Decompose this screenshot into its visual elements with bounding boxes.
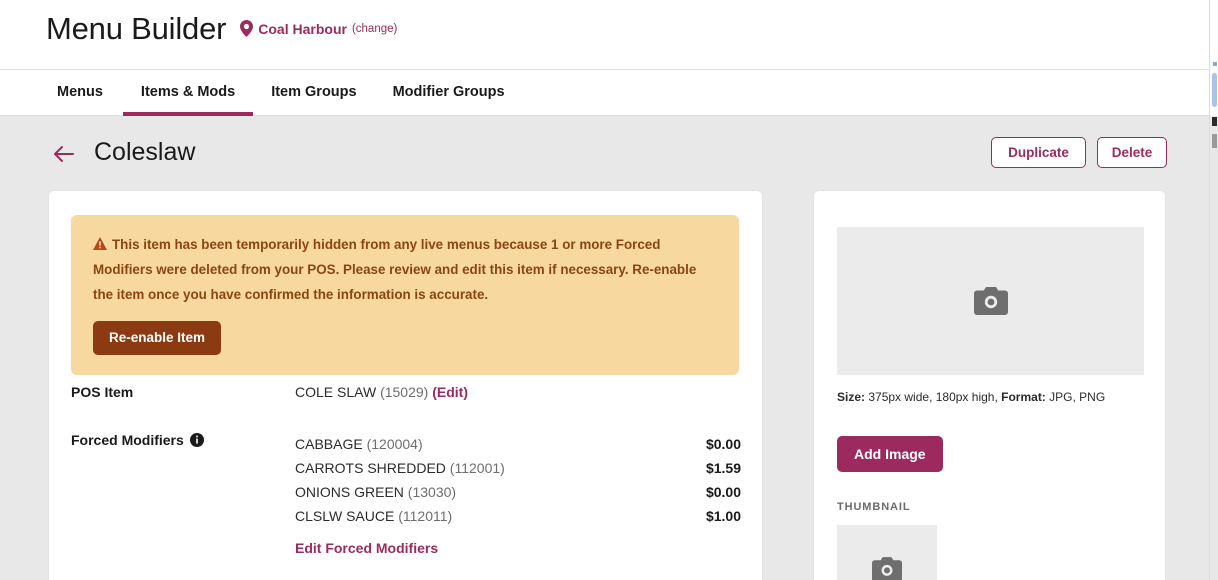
app-window: Menu Builder Coal Harbour (change) Menus… [0, 0, 1218, 580]
location-change-link[interactable]: (change) [352, 23, 397, 35]
app-header: Menu Builder Coal Harbour (change) [0, 0, 1210, 70]
pos-item-label: POS Item [71, 384, 133, 400]
warning-triangle-icon [93, 237, 107, 250]
modifier-code: (112001) [449, 460, 505, 476]
modifier-code: (13030) [407, 484, 457, 500]
arrow-left-icon[interactable] [52, 142, 76, 166]
map-pin-icon [240, 20, 254, 37]
info-circle-icon[interactable] [189, 433, 204, 447]
size-label: Size: [837, 390, 866, 404]
pos-item-code: (15029) [380, 384, 429, 400]
list-item: CLSLW SAUCE (112011) $1.00 [295, 504, 741, 528]
modifier-price: $0.00 [705, 436, 741, 452]
add-image-button[interactable]: Add Image [837, 436, 943, 472]
duplicate-button[interactable]: Duplicate [991, 137, 1086, 168]
forced-modifiers-list: CABBAGE (120004) $0.00 CARROTS SHREDDED … [295, 432, 741, 528]
modifier-name-group: CABBAGE (120004) [295, 432, 423, 456]
thumbnail-section-label: THUMBNAIL [837, 501, 911, 513]
modifier-price: $1.00 [705, 508, 741, 524]
format-value: JPG, PNG [1049, 390, 1106, 404]
image-size-hint: Size: 375px wide, 180px high, Format: JP… [837, 390, 1105, 404]
modifier-name-group: CARROTS SHREDDED (112001) [295, 456, 505, 480]
pos-item-label-text: POS Item [71, 384, 134, 400]
tab-list: Menus Items & Mods Item Groups Modifier … [57, 70, 523, 116]
pos-item-line: COLE SLAW (15029) (Edit) [295, 384, 741, 400]
scrollbar-marker-dark [1212, 117, 1217, 126]
scrollbar-thumb[interactable] [1212, 73, 1217, 107]
forced-modifiers-label: Forced Modifiers [71, 432, 204, 448]
modifier-name-group: CLSLW SAUCE (112011) [295, 504, 452, 528]
location-selector[interactable]: Coal Harbour (change) [240, 20, 397, 37]
modifier-name-group: ONIONS GREEN (13030) [295, 480, 456, 504]
hidden-item-alert: This item has been temporarily hidden fr… [71, 215, 739, 375]
edit-forced-modifiers-link[interactable]: Edit Forced Modifiers [295, 540, 438, 556]
modifier-price: $0.00 [705, 484, 741, 500]
tab-modifier-groups[interactable]: Modifier Groups [375, 70, 523, 116]
forced-modifiers-value: CABBAGE (120004) $0.00 CARROTS SHREDDED … [295, 432, 741, 558]
tab-bar: Menus Items & Mods Item Groups Modifier … [0, 70, 1210, 116]
modifier-price: $1.59 [705, 460, 741, 476]
thumbnail-placeholder[interactable] [837, 525, 937, 580]
list-item: ONIONS GREEN (13030) $0.00 [295, 480, 741, 504]
list-item: CABBAGE (120004) $0.00 [295, 432, 741, 456]
delete-button[interactable]: Delete [1097, 137, 1167, 168]
item-image-card: Size: 375px wide, 180px high, Format: JP… [813, 190, 1166, 580]
image-placeholder[interactable] [837, 227, 1144, 375]
scrollbar-tick [1213, 62, 1217, 66]
pos-item-name: COLE SLAW [295, 384, 377, 400]
item-name-heading: Coleslaw [94, 138, 196, 166]
tab-menus[interactable]: Menus [57, 70, 123, 116]
format-label: Format: [1001, 390, 1046, 404]
modifier-name: ONIONS GREEN [295, 484, 404, 500]
pos-item-edit-link[interactable]: (Edit) [432, 384, 468, 400]
content-right-divider [1209, 0, 1210, 580]
modifier-name: CABBAGE [295, 436, 363, 452]
page-title: Menu Builder [46, 11, 227, 46]
alert-message-block: This item has been temporarily hidden fr… [93, 233, 717, 307]
alert-message-text: This item has been temporarily hidden fr… [93, 237, 697, 302]
modifier-code: (120004) [366, 436, 423, 452]
modifier-name: CLSLW SAUCE [295, 508, 395, 524]
list-item: CARROTS SHREDDED (112001) $1.59 [295, 456, 741, 480]
camera-icon [872, 557, 902, 580]
modifier-name: CARROTS SHREDDED [295, 460, 446, 476]
brand-row: Menu Builder Coal Harbour (change) [46, 11, 397, 46]
pos-item-value: COLE SLAW (15029) (Edit) [295, 384, 741, 400]
forced-modifiers-label-text: Forced Modifiers [71, 432, 184, 448]
modifier-code: (112011) [398, 508, 453, 524]
location-name: Coal Harbour [258, 20, 347, 37]
scrollbar-marker-grey [1212, 134, 1217, 148]
camera-icon [973, 287, 1008, 315]
tab-item-groups[interactable]: Item Groups [253, 70, 374, 116]
item-details-card: This item has been temporarily hidden fr… [48, 190, 763, 580]
re-enable-item-button[interactable]: Re-enable Item [93, 321, 222, 355]
size-value: 375px wide, 180px high, [868, 390, 998, 404]
scrollbar-track-lower [1210, 116, 1218, 580]
tab-items-and-mods[interactable]: Items & Mods [122, 70, 254, 116]
